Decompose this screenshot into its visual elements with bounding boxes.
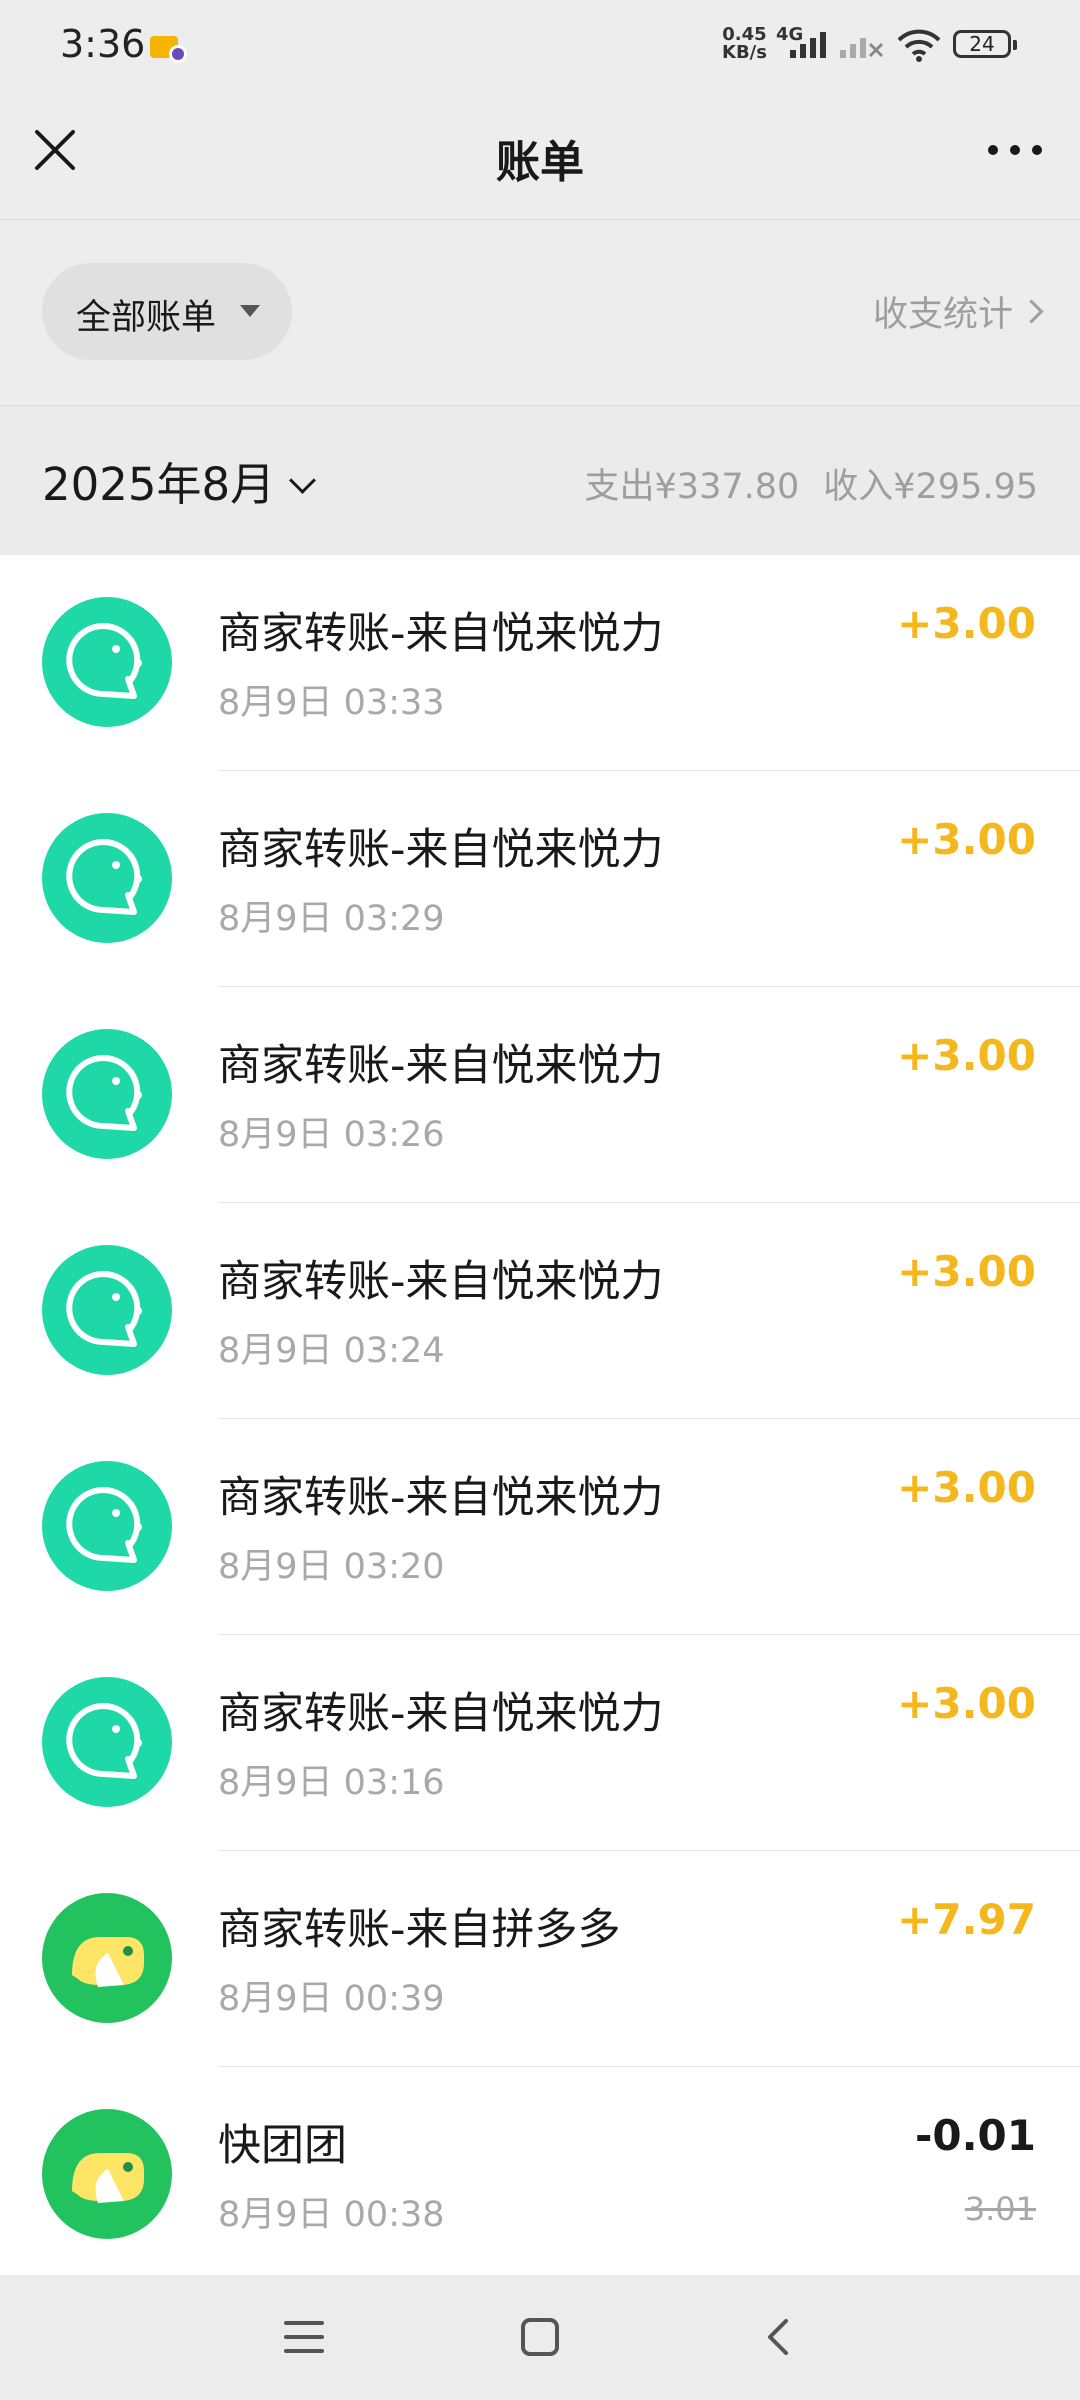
transaction-original-amount: 3.01 [964, 2190, 1036, 2228]
transaction-amount: +7.97 [897, 1895, 1036, 1944]
transaction-row[interactable]: 商家转账-来自悦来悦力 8月9日 03:26 +3.00 [0, 987, 1080, 1203]
transaction-time: 8月9日 03:24 [218, 1331, 445, 1371]
transaction-amount: +3.00 [897, 1247, 1036, 1296]
transaction-amount: +3.00 [897, 1679, 1036, 1728]
signal-icon [790, 30, 834, 62]
transaction-row[interactable]: 商家转账-来自悦来悦力 8月9日 03:20 +3.00 [0, 1419, 1080, 1635]
bill-filter-label: 全部账单 [76, 298, 217, 338]
system-nav-bar [0, 2275, 1080, 2400]
transaction-row[interactable]: 商家转账-来自拼多多 8月9日 00:39 +7.97 [0, 1851, 1080, 2067]
home-icon[interactable] [518, 2315, 562, 2363]
nav-bar: 账单 [0, 90, 1080, 220]
chevron-down-icon [289, 467, 317, 494]
back-icon[interactable] [756, 2315, 800, 2363]
month-header: 2025年8月 支出¥337.80 收入¥295.95 [0, 405, 1080, 555]
wechat-merchant-icon [42, 1029, 172, 1159]
transaction-amount: +3.00 [897, 1031, 1036, 1080]
month-label: 2025年8月 [42, 458, 276, 511]
battery-icon: 24 [953, 30, 1017, 58]
pinduoduo-icon [42, 1893, 172, 2023]
transaction-time: 8月9日 03:20 [218, 1547, 445, 1587]
transaction-title: 商家转账-来自悦来悦力 [218, 825, 664, 875]
transaction-row[interactable]: 商家转账-来自悦来悦力 8月9日 03:33 +3.00 [0, 555, 1080, 771]
transaction-list: 商家转账-来自悦来悦力 8月9日 03:33 +3.00 商家转账-来自悦来悦力… [0, 555, 1080, 2275]
stats-link-label: 收支统计 [872, 295, 1013, 335]
transaction-time: 8月9日 03:33 [218, 683, 445, 723]
transaction-row[interactable]: 商家转账-来自悦来悦力 8月9日 03:24 +3.00 [0, 1203, 1080, 1419]
transaction-time: 8月9日 03:26 [218, 1115, 445, 1155]
bill-filter-button[interactable]: 全部账单 [42, 263, 292, 360]
app-notification-icon [148, 26, 188, 66]
month-summary: 支出¥337.80 收入¥295.95 [561, 458, 1038, 509]
more-icon[interactable] [980, 130, 1050, 170]
wechat-merchant-icon [42, 597, 172, 727]
transaction-row[interactable]: 商家转账-来自悦来悦力 8月9日 03:29 +3.00 [0, 771, 1080, 987]
wechat-merchant-icon [42, 1677, 172, 1807]
status-bar: 3:36 0.45 KB/s 4G 24 [0, 0, 1080, 90]
transaction-title: 快团团 [218, 2121, 347, 2171]
net-speed-unit: KB/s [722, 42, 767, 63]
menu-icon[interactable] [282, 2315, 326, 2363]
month-expense: 支出¥337.80 [584, 467, 800, 507]
transaction-time: 8月9日 00:38 [218, 2195, 445, 2235]
transaction-time: 8月9日 03:16 [218, 1763, 445, 1803]
stats-link[interactable]: 收支统计 [872, 286, 1044, 337]
kuaituantuan-icon [42, 2109, 172, 2239]
nav-divider [0, 219, 1080, 220]
month-selector[interactable]: 2025年8月 [42, 448, 317, 513]
transaction-title: 商家转账-来自悦来悦力 [218, 609, 664, 659]
transaction-title: 商家转账-来自悦来悦力 [218, 1257, 664, 1307]
transaction-amount: +3.00 [897, 1463, 1036, 1512]
transaction-time: 8月9日 00:39 [218, 1979, 445, 2019]
transaction-amount: +3.00 [897, 815, 1036, 864]
status-time: 3:36 [60, 22, 146, 66]
transaction-title: 商家转账-来自悦来悦力 [218, 1041, 664, 1091]
month-income: 收入¥295.95 [823, 467, 1038, 507]
transaction-time: 8月9日 03:29 [218, 899, 445, 939]
chevron-right-icon [1019, 299, 1044, 324]
transaction-title: 商家转账-来自拼多多 [218, 1905, 621, 1955]
net-speed: 0.45 KB/s [722, 26, 767, 62]
transaction-title: 商家转账-来自悦来悦力 [218, 1473, 664, 1523]
transaction-row[interactable]: 商家转账-来自悦来悦力 8月9日 03:16 +3.00 [0, 1635, 1080, 1851]
transaction-row[interactable]: 快团团 8月9日 00:38 -0.01 3.01 [0, 2067, 1080, 2275]
signal-no-sim-icon [840, 30, 884, 62]
page-title: 账单 [496, 137, 584, 188]
wechat-merchant-icon [42, 1461, 172, 1591]
transaction-title: 商家转账-来自悦来悦力 [218, 1689, 664, 1739]
wechat-merchant-icon [42, 1245, 172, 1375]
transaction-amount: +3.00 [897, 599, 1036, 648]
caret-down-icon [240, 305, 260, 317]
wifi-icon [896, 28, 942, 66]
wechat-merchant-icon [42, 813, 172, 943]
transaction-amount: -0.01 [914, 2111, 1036, 2160]
